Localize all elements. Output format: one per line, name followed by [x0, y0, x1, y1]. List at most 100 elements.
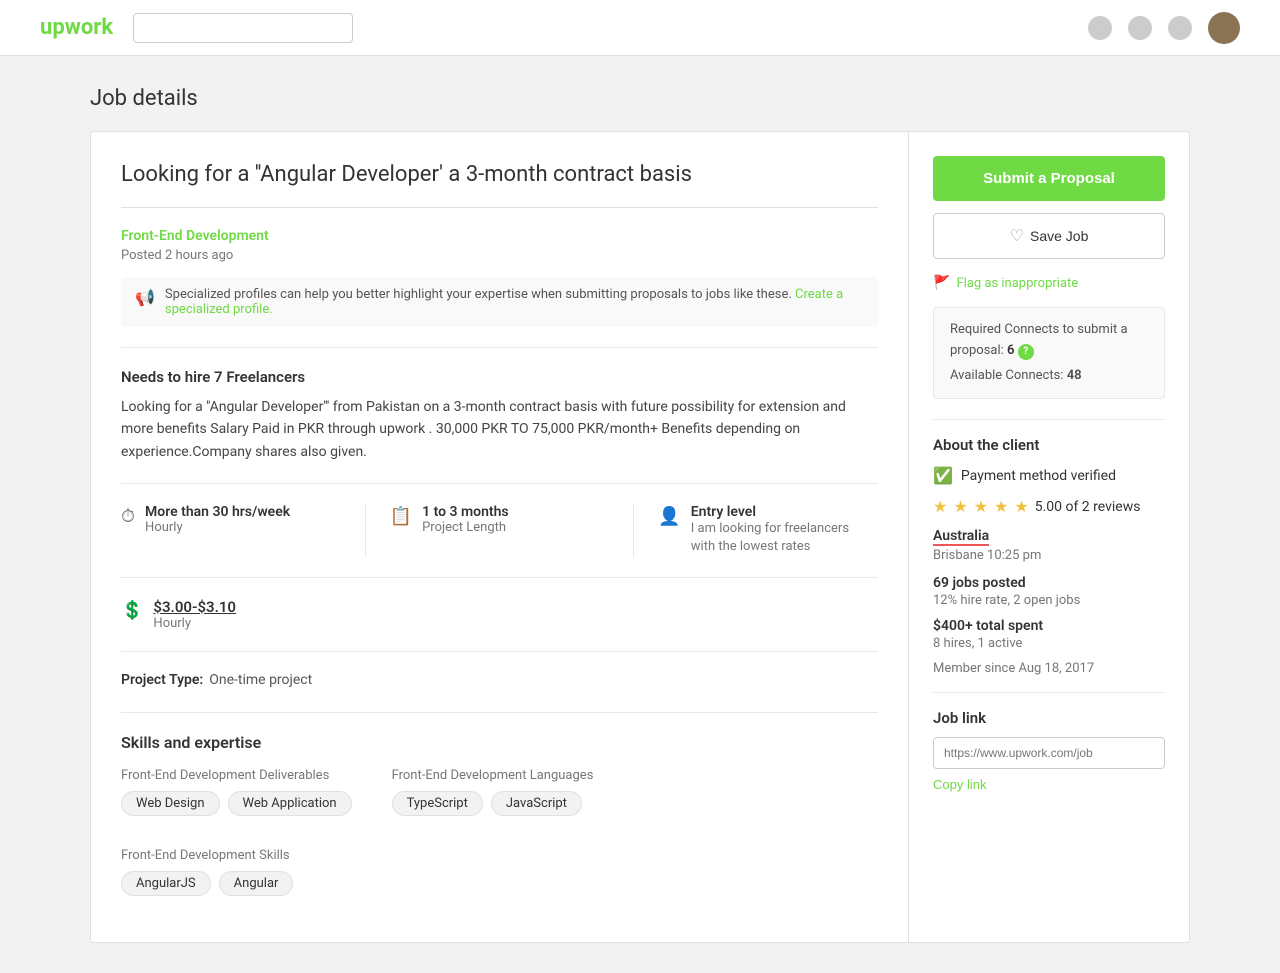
- skills-tags: AngularJS Angular: [121, 871, 878, 896]
- stats-row: ⏱ More than 30 hrs/week Hourly 📋 1 to 3 …: [121, 504, 878, 556]
- stat-hours: ⏱ More than 30 hrs/week Hourly: [121, 504, 341, 556]
- skills-section: Skills and expertise Front-End Developme…: [121, 733, 878, 896]
- copy-link-button[interactable]: Copy link: [933, 777, 986, 792]
- skills-title: Skills and expertise: [121, 733, 878, 752]
- right-panel: Submit a Proposal ♡ Save Job 🚩 Flag as i…: [909, 132, 1189, 942]
- skill-tag-typescript[interactable]: TypeScript: [392, 791, 483, 816]
- skills-group-skills-title: Front-End Development Skills: [121, 848, 878, 863]
- needs-hire: Needs to hire 7 Freelancers: [121, 368, 878, 386]
- skills-group-deliverables-title: Front-End Development Deliverables: [121, 768, 352, 783]
- languages-tags: TypeScript JavaScript: [392, 791, 594, 816]
- job-title: Looking for a ''Angular Developer' a 3-m…: [121, 162, 878, 208]
- skills-group-languages: Front-End Development Languages TypeScri…: [392, 768, 594, 816]
- stat-duration-label: 1 to 3 months: [422, 504, 509, 520]
- page-container: Job details Looking for a ''Angular Deve…: [70, 56, 1210, 973]
- info-icon[interactable]: ?: [1018, 344, 1034, 360]
- deliverables-tags: Web Design Web Application: [121, 791, 352, 816]
- jobs-posted-label: 69 jobs posted: [933, 575, 1165, 591]
- stat-hours-sub: Hourly: [145, 520, 290, 535]
- skills-group-languages-title: Front-End Development Languages: [392, 768, 594, 783]
- star-2: ★: [953, 497, 967, 516]
- stat-hours-label: More than 30 hrs/week: [145, 504, 290, 520]
- stat-level-sub: I am looking for freelancers with the lo…: [691, 520, 851, 556]
- project-type-row: Project Type: One-time project: [121, 672, 878, 688]
- flag-label: Flag as inappropriate: [956, 276, 1078, 291]
- megaphone-icon: 📢: [135, 288, 155, 307]
- save-job-label: Save Job: [1030, 228, 1088, 244]
- divider-2: [121, 483, 878, 484]
- bookmark-icon[interactable]: [1168, 16, 1192, 40]
- client-location-container: Australia: [933, 528, 1165, 548]
- stat-duration-sub: Project Length: [422, 520, 509, 535]
- stat-level: 👤 Entry level I am looking for freelance…: [633, 504, 878, 556]
- posted-time: Posted 2 hours ago: [121, 248, 878, 263]
- divider-4: [121, 651, 878, 652]
- alert-text: Specialized profiles can help you better…: [165, 287, 864, 317]
- payment-verified: ✅ Payment method verified: [933, 466, 1165, 485]
- star-4: ★: [994, 497, 1008, 516]
- skill-tag-web-application[interactable]: Web Application: [228, 791, 352, 816]
- save-job-button[interactable]: ♡ Save Job: [933, 213, 1165, 259]
- sidebar-divider-2: [933, 692, 1165, 693]
- stars-row: ★ ★ ★ ★ ★ 5.00 of 2 reviews: [933, 497, 1165, 516]
- project-type-value: One-time project: [209, 672, 312, 688]
- skills-group-skills: Front-End Development Skills AngularJS A…: [121, 848, 878, 896]
- header-right: [1088, 12, 1240, 44]
- stat-duration: 📋 1 to 3 months Project Length: [365, 504, 610, 556]
- job-description: Looking for a ''Angular Developer''' fro…: [121, 396, 878, 463]
- divider-1: [121, 347, 878, 348]
- notifications-icon[interactable]: [1088, 16, 1112, 40]
- page-title: Job details: [90, 86, 1190, 111]
- submit-proposal-button[interactable]: Submit a Proposal: [933, 156, 1165, 201]
- skill-tag-angularjs[interactable]: AngularJS: [121, 871, 211, 896]
- divider-5: [121, 712, 878, 713]
- star-5: ★: [1014, 497, 1028, 516]
- total-spent-sub: 8 hires, 1 active: [933, 636, 1165, 651]
- connects-required: Required Connects to submit a proposal: …: [950, 320, 1148, 362]
- money-icon: 💲: [121, 600, 143, 621]
- job-link-label: Job link: [933, 709, 1165, 727]
- connects-num: 6: [1007, 343, 1014, 358]
- hourly-rate: $3.00-$3.10: [153, 598, 236, 616]
- rating-text: 5.00 of 2 reviews: [1035, 499, 1141, 515]
- member-since: Member since Aug 18, 2017: [933, 661, 1165, 676]
- project-type-label: Project Type:: [121, 672, 203, 688]
- star-1: ★: [933, 497, 947, 516]
- hourly-row: 💲 $3.00-$3.10 Hourly: [121, 598, 878, 631]
- jobs-posted-sub: 12% hire rate, 2 open jobs: [933, 593, 1165, 608]
- skill-tag-web-design[interactable]: Web Design: [121, 791, 220, 816]
- hourly-label: Hourly: [153, 616, 236, 631]
- about-client-label: About the client: [933, 436, 1165, 454]
- available-connects: Available Connects: 48: [950, 366, 1148, 387]
- payment-verified-text: Payment method verified: [961, 468, 1116, 484]
- job-link-input[interactable]: [933, 737, 1165, 769]
- flag-inappropriate-link[interactable]: 🚩 Flag as inappropriate: [933, 275, 1165, 291]
- client-location: Australia: [933, 528, 989, 546]
- person-icon: 👤: [658, 506, 680, 527]
- clock-icon: ⏱: [121, 506, 135, 527]
- flag-icon: 🚩: [933, 275, 950, 291]
- star-3: ★: [974, 497, 988, 516]
- check-icon: ✅: [933, 466, 953, 485]
- calendar-icon: 📋: [390, 506, 412, 527]
- messages-icon[interactable]: [1128, 16, 1152, 40]
- client-city: Brisbane 10:25 pm: [933, 548, 1165, 563]
- divider-3: [121, 577, 878, 578]
- main-card: Looking for a ''Angular Developer' a 3-m…: [90, 131, 1190, 943]
- search-input[interactable]: [133, 13, 353, 43]
- total-spent-label: $400+ total spent: [933, 618, 1165, 634]
- job-category[interactable]: Front-End Development: [121, 228, 878, 244]
- skills-group-deliverables: Front-End Development Deliverables Web D…: [121, 768, 352, 816]
- available-num: 48: [1067, 368, 1082, 383]
- logo: upwork: [40, 15, 113, 40]
- heart-icon: ♡: [1010, 226, 1024, 246]
- sidebar-divider-1: [933, 419, 1165, 420]
- skill-tag-angular[interactable]: Angular: [219, 871, 294, 896]
- stat-level-label: Entry level: [691, 504, 851, 520]
- avatar[interactable]: [1208, 12, 1240, 44]
- skill-tag-javascript[interactable]: JavaScript: [491, 791, 582, 816]
- header: upwork: [0, 0, 1280, 56]
- left-panel: Looking for a ''Angular Developer' a 3-m…: [91, 132, 909, 942]
- connects-box: Required Connects to submit a proposal: …: [933, 307, 1165, 399]
- alert-box: 📢 Specialized profiles can help you bett…: [121, 277, 878, 327]
